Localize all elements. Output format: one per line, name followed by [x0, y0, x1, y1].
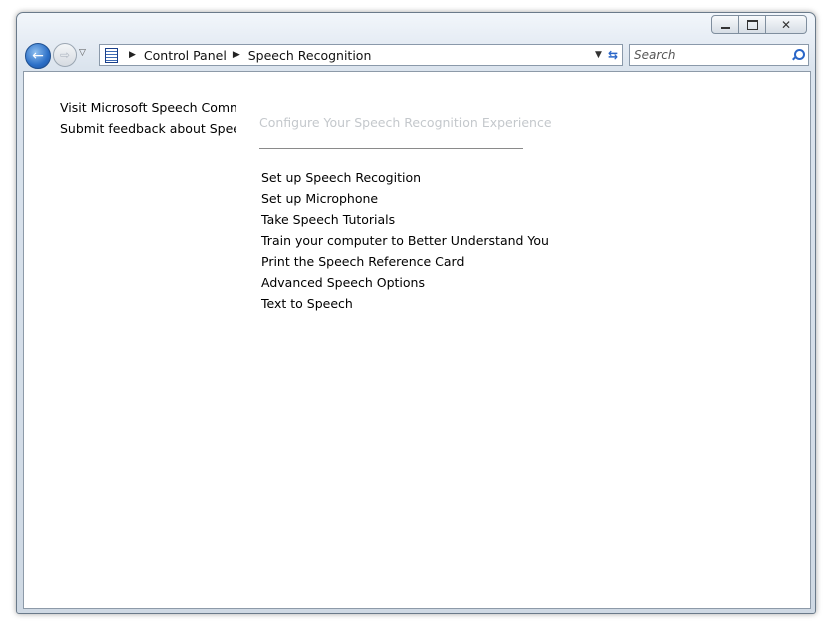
- visit-speech-community-link[interactable]: Visit Microsoft Speech Community: [60, 97, 236, 118]
- back-arrow-icon: ←: [32, 48, 44, 64]
- breadcrumb-separator-icon[interactable]: ▶: [129, 50, 136, 60]
- minimize-button[interactable]: [711, 15, 739, 34]
- forward-button[interactable]: ⇨: [53, 43, 77, 67]
- task-setup-microphone[interactable]: Set up Microphone: [261, 188, 549, 209]
- minimize-icon: [720, 27, 730, 29]
- caption-buttons: ✕: [711, 15, 807, 34]
- task-pane: Visit Microsoft Speech Community Submit …: [60, 97, 236, 139]
- speech-recognition-window: ✕ ← ⇨ ▽ ▶ Control Panel ▶ Speech Recogni…: [16, 12, 816, 614]
- control-panel-icon: [105, 47, 118, 63]
- task-advanced-speech-options[interactable]: Advanced Speech Options: [261, 272, 549, 293]
- submit-feedback-link[interactable]: Submit feedback about Speech Recognition: [60, 118, 236, 139]
- maximize-button[interactable]: [739, 15, 766, 34]
- close-icon: ✕: [780, 17, 792, 32]
- refresh-icon[interactable]: ⇆: [608, 48, 618, 62]
- maximize-icon: [746, 19, 758, 30]
- task-train-computer[interactable]: Train your computer to Better Understand…: [261, 230, 549, 251]
- heading-divider: [259, 148, 523, 149]
- task-speech-tutorials[interactable]: Take Speech Tutorials: [261, 209, 549, 230]
- search-box: [629, 44, 809, 66]
- content-pane: Visit Microsoft Speech Community Submit …: [23, 71, 811, 609]
- search-input[interactable]: [630, 47, 790, 63]
- page-heading: Configure Your Speech Recognition Experi…: [259, 115, 552, 130]
- task-text-to-speech[interactable]: Text to Speech: [261, 293, 549, 314]
- search-icon[interactable]: [790, 48, 805, 62]
- task-setup-speech-recognition[interactable]: Set up Speech Recogition: [261, 167, 549, 188]
- breadcrumb-separator-icon[interactable]: ▶: [233, 50, 240, 60]
- forward-arrow-icon: ⇨: [59, 48, 71, 62]
- breadcrumb-control-panel[interactable]: Control Panel: [144, 48, 227, 63]
- back-button[interactable]: ←: [25, 43, 51, 69]
- address-bar[interactable]: ▶ Control Panel ▶ Speech Recognition ▼ ⇆: [99, 44, 623, 66]
- task-list: Set up Speech Recogition Set up Micropho…: [261, 167, 549, 314]
- close-button[interactable]: ✕: [766, 15, 807, 34]
- address-dropdown-icon[interactable]: ▼: [595, 50, 602, 60]
- breadcrumb-speech-recognition[interactable]: Speech Recognition: [248, 48, 372, 63]
- recent-pages-dropdown[interactable]: ▽: [79, 48, 86, 58]
- task-print-reference-card[interactable]: Print the Speech Reference Card: [261, 251, 549, 272]
- navigation-bar: ← ⇨ ▽ ▶ Control Panel ▶ Speech Recogniti…: [23, 43, 809, 69]
